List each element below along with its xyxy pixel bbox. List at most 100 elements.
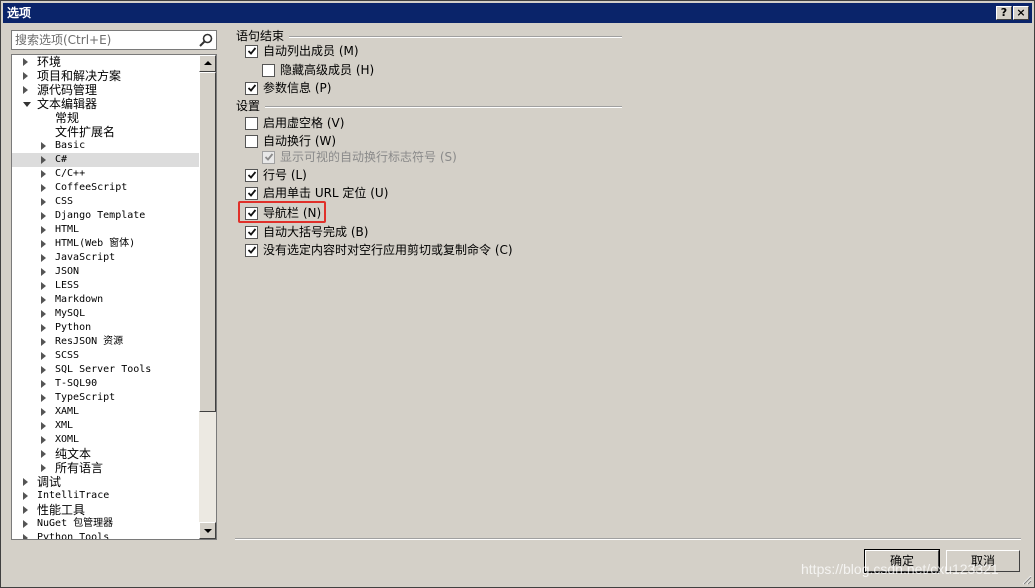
checkbox[interactable]: [245, 169, 258, 182]
scroll-up-button[interactable]: [199, 55, 216, 72]
tree-item[interactable]: 常规: [12, 111, 200, 125]
tree-item[interactable]: 调试: [12, 475, 200, 489]
tree-item[interactable]: MySQL: [12, 307, 200, 321]
collapsed-arrow-icon[interactable]: [23, 58, 28, 66]
checkbox[interactable]: [245, 117, 258, 130]
collapsed-arrow-icon[interactable]: [23, 72, 28, 80]
tree-item[interactable]: XML: [12, 419, 200, 433]
tree-item[interactable]: JavaScript: [12, 251, 200, 265]
collapsed-arrow-icon[interactable]: [41, 268, 46, 276]
checkbox[interactable]: [262, 64, 275, 77]
collapsed-arrow-icon[interactable]: [41, 198, 46, 206]
collapsed-arrow-icon[interactable]: [23, 520, 28, 528]
checkbox[interactable]: [245, 226, 258, 239]
tree-item[interactable]: T-SQL90: [12, 377, 200, 391]
tree-item[interactable]: 文本编辑器: [12, 97, 200, 111]
checkbox[interactable]: [245, 187, 258, 200]
close-button[interactable]: ×: [1013, 6, 1029, 20]
options-tree[interactable]: 环境 项目和解决方案 源代码管理 文本编辑器 常规 文件扩展名 Basic C# C/C++ Co…: [11, 54, 217, 540]
checkbox[interactable]: [245, 45, 258, 58]
search-icon[interactable]: [198, 32, 214, 48]
collapsed-arrow-icon[interactable]: [23, 478, 28, 486]
resize-grip-icon[interactable]: [1020, 573, 1032, 585]
tree-item[interactable]: 项目和解决方案: [12, 69, 200, 83]
tree-item[interactable]: HTML: [12, 223, 200, 237]
tree-item-label: XAML: [55, 406, 80, 417]
tree-item[interactable]: Basic: [12, 139, 200, 153]
checkbox-label: 自动列出成员 (M): [263, 44, 359, 58]
checkbox-label: 参数信息 (P): [263, 81, 332, 95]
tree-item[interactable]: HTML(Web 窗体): [12, 237, 200, 251]
collapsed-arrow-icon[interactable]: [41, 324, 46, 332]
checkbox[interactable]: [245, 82, 258, 95]
checkbox[interactable]: [245, 135, 258, 148]
collapsed-arrow-icon[interactable]: [23, 506, 28, 514]
tree-item[interactable]: TypeScript: [12, 391, 200, 405]
tree-item[interactable]: C#: [12, 153, 200, 167]
tree-item[interactable]: 纯文本: [12, 447, 200, 461]
collapsed-arrow-icon[interactable]: [41, 408, 46, 416]
tree-item[interactable]: SCSS: [12, 349, 200, 363]
tree-item-label: 常规: [55, 111, 80, 125]
tree-item[interactable]: 所有语言: [12, 461, 200, 475]
tree-item[interactable]: C/C++: [12, 167, 200, 181]
scroll-down-button[interactable]: [199, 522, 216, 539]
tree-item-label: XML: [55, 420, 74, 431]
tree-item[interactable]: Python: [12, 321, 200, 335]
tree-item[interactable]: NuGet 包管理器: [12, 517, 200, 531]
collapsed-arrow-icon[interactable]: [41, 170, 46, 178]
collapsed-arrow-icon[interactable]: [41, 212, 46, 220]
collapsed-arrow-icon[interactable]: [41, 282, 46, 290]
collapsed-arrow-icon[interactable]: [41, 394, 46, 402]
collapsed-arrow-icon[interactable]: [41, 380, 46, 388]
collapsed-arrow-icon[interactable]: [41, 156, 46, 164]
tree-item[interactable]: Markdown: [12, 293, 200, 307]
collapsed-arrow-icon[interactable]: [41, 240, 46, 248]
tree-item[interactable]: SQL Server Tools: [12, 363, 200, 377]
collapsed-arrow-icon[interactable]: [41, 436, 46, 444]
checkbox-label: 隐藏高级成员 (H): [280, 63, 375, 77]
tree-item[interactable]: ResJSON 资源: [12, 335, 200, 349]
expanded-arrow-icon[interactable]: [23, 102, 31, 107]
tree-item[interactable]: XAML: [12, 405, 200, 419]
collapsed-arrow-icon[interactable]: [41, 464, 46, 472]
tree-scrollbar[interactable]: [199, 55, 216, 539]
collapsed-arrow-icon[interactable]: [41, 296, 46, 304]
title-bar[interactable]: 选项 ? ×: [3, 3, 1032, 23]
tree-item-label: 文件扩展名: [55, 125, 116, 139]
collapsed-arrow-icon[interactable]: [41, 450, 46, 458]
tree-item[interactable]: IntelliTrace: [12, 489, 200, 503]
bottom-divider: [235, 538, 1021, 540]
collapsed-arrow-icon[interactable]: [41, 366, 46, 374]
tree-item[interactable]: Python Tools: [12, 531, 200, 539]
collapsed-arrow-icon[interactable]: [41, 338, 46, 346]
tree-item[interactable]: JSON: [12, 265, 200, 279]
tree-item-label: 环境: [37, 55, 62, 69]
collapsed-arrow-icon[interactable]: [23, 534, 28, 539]
tree-item[interactable]: XOML: [12, 433, 200, 447]
tree-item[interactable]: 文件扩展名: [12, 125, 200, 139]
collapsed-arrow-icon[interactable]: [41, 352, 46, 360]
options-dialog: 选项 ? × 搜索选项(Ctrl+E) 环境 项目和解决方案 源代码管理 文本编辑器常…: [0, 0, 1035, 588]
collapsed-arrow-icon[interactable]: [41, 310, 46, 318]
search-input[interactable]: 搜索选项(Ctrl+E): [11, 30, 217, 50]
tree-item-label: 纯文本: [55, 447, 92, 461]
tree-item[interactable]: 环境: [12, 55, 200, 69]
collapsed-arrow-icon[interactable]: [41, 142, 46, 150]
collapsed-arrow-icon[interactable]: [23, 86, 28, 94]
tree-item[interactable]: CoffeeScript: [12, 181, 200, 195]
collapsed-arrow-icon[interactable]: [41, 422, 46, 430]
checkmark-icon: [247, 47, 257, 55]
tree-item[interactable]: LESS: [12, 279, 200, 293]
collapsed-arrow-icon[interactable]: [41, 254, 46, 262]
tree-item[interactable]: 性能工具: [12, 503, 200, 517]
checkbox[interactable]: [245, 244, 258, 257]
collapsed-arrow-icon[interactable]: [41, 226, 46, 234]
tree-item[interactable]: 源代码管理: [12, 83, 200, 97]
scroll-thumb[interactable]: [199, 72, 216, 412]
tree-item[interactable]: CSS: [12, 195, 200, 209]
help-button[interactable]: ?: [996, 6, 1012, 20]
tree-item[interactable]: Django Template: [12, 209, 200, 223]
collapsed-arrow-icon[interactable]: [41, 184, 46, 192]
collapsed-arrow-icon[interactable]: [23, 492, 28, 500]
